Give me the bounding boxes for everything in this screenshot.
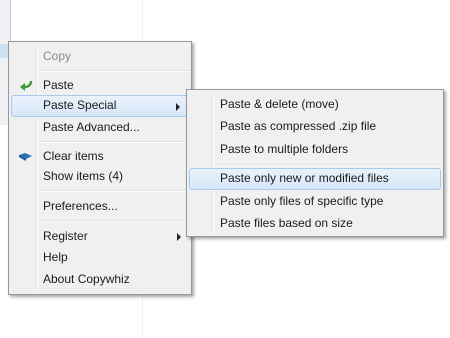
paste-special-submenu: Paste & delete (move) Paste as compresse… xyxy=(186,89,444,237)
menu-item-about-label: About Copywhiz xyxy=(43,272,130,286)
paste-arrow-icon xyxy=(20,80,33,91)
chevron-right-icon xyxy=(176,103,180,111)
menu-item-help[interactable]: Help xyxy=(11,247,189,268)
menu-separator xyxy=(39,190,189,192)
submenu-item-paste-specific-type[interactable]: Paste only files of specific type xyxy=(189,191,441,212)
menu-item-show-items-label: Show items (4) xyxy=(43,169,124,183)
submenu-item-paste-new-modified-label: Paste only new or modified files xyxy=(220,171,389,185)
menu-item-preferences-label: Preferences... xyxy=(43,199,118,213)
submenu-item-paste-zip-label: Paste as compressed .zip file xyxy=(220,119,377,133)
menu-item-paste-special-label: Paste Special xyxy=(43,98,117,112)
submenu-item-paste-specific-type-label: Paste only files of specific type xyxy=(220,194,384,208)
menu-item-about[interactable]: About Copywhiz xyxy=(11,269,189,290)
menu-item-show-items[interactable]: Show items (4) xyxy=(11,166,189,187)
submenu-item-paste-new-modified[interactable]: Paste only new or modified files xyxy=(189,168,441,190)
menu-separator xyxy=(39,70,189,72)
submenu-item-paste-multiple[interactable]: Paste to multiple folders xyxy=(189,139,441,160)
menu-separator xyxy=(39,220,189,222)
submenu-item-paste-multiple-label: Paste to multiple folders xyxy=(220,142,349,156)
submenu-separator xyxy=(215,164,441,166)
submenu-item-paste-delete[interactable]: Paste & delete (move) xyxy=(189,94,441,115)
clear-items-icon xyxy=(19,153,32,161)
menu-item-register[interactable]: Register xyxy=(11,226,189,247)
menu-separator xyxy=(39,141,189,143)
chevron-right-icon xyxy=(177,233,181,241)
menu-item-clear-items[interactable]: Clear items xyxy=(11,146,189,167)
menu-item-copy-label: Copy xyxy=(43,49,72,63)
menu-item-paste-advanced-label: Paste Advanced... xyxy=(43,120,140,134)
menu-item-paste-label: Paste xyxy=(43,78,74,92)
menu-item-clear-items-label: Clear items xyxy=(43,149,104,163)
menu-item-paste-advanced[interactable]: Paste Advanced... xyxy=(11,117,189,138)
submenu-item-paste-zip[interactable]: Paste as compressed .zip file xyxy=(189,116,441,137)
context-menu: Copy Paste Paste Special Paste Advanced.… xyxy=(8,41,192,295)
menu-item-register-label: Register xyxy=(43,229,88,243)
menu-item-help-label: Help xyxy=(43,250,68,264)
menu-item-paste-special[interactable]: Paste Special xyxy=(11,95,189,117)
submenu-item-paste-by-size-label: Paste files based on size xyxy=(220,216,353,230)
submenu-item-paste-delete-label: Paste & delete (move) xyxy=(220,97,339,111)
submenu-item-paste-by-size[interactable]: Paste files based on size xyxy=(189,213,441,234)
menu-item-paste[interactable]: Paste xyxy=(11,75,189,96)
menu-item-copy[interactable]: Copy xyxy=(11,46,189,67)
menu-item-preferences[interactable]: Preferences... xyxy=(11,196,189,217)
